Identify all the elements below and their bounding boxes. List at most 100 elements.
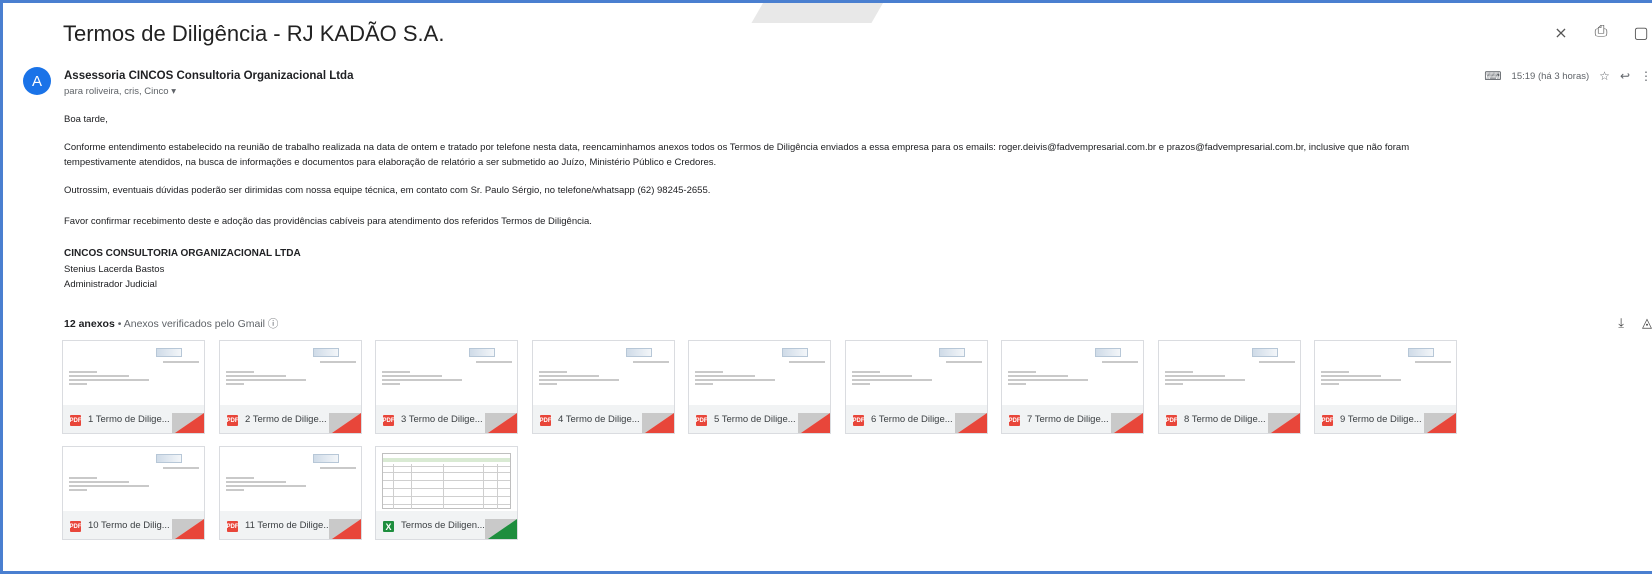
attachment-preview [1002, 341, 1143, 405]
preview-line [946, 361, 982, 363]
attachment-card[interactable]: PDF 10 Termo de Dilig... [62, 446, 205, 540]
preview-line [382, 379, 462, 381]
preview-line [320, 361, 356, 363]
pdf-file-icon: PDF [853, 415, 865, 426]
sheet-row-line [383, 488, 510, 489]
attachment-filename: 7 Termo de Dilige... [1027, 414, 1109, 425]
preview-line [226, 481, 286, 483]
document-logo [1252, 348, 1278, 357]
preview-line [1008, 383, 1026, 385]
signature-company: CINCOS CONSULTORIA ORGANIZACIONAL LTDA [64, 248, 301, 259]
file-type-corner [1424, 413, 1456, 433]
preview-line [226, 379, 306, 381]
preview-line [1321, 375, 1381, 377]
chevron-down-icon[interactable]: ▾ [171, 86, 176, 97]
preview-line [695, 379, 775, 381]
attachment-footer: PDF 3 Termo de Dilige... [376, 405, 517, 433]
attachment-footer: PDF 5 Termo de Dilige... [689, 405, 830, 433]
sender-name[interactable]: Assessoria CINCOS Consultoria Organizaci… [64, 70, 353, 82]
preview-line [852, 375, 912, 377]
preview-line [69, 383, 87, 385]
document-logo [939, 348, 965, 357]
more-icon[interactable]: ⋮ [1640, 69, 1652, 83]
pdf-file-icon: PDF [1009, 415, 1021, 426]
sheet-col-line [393, 464, 394, 509]
attachments-count: 12 anexos [64, 318, 115, 330]
pdf-file-icon: PDF [1322, 415, 1334, 426]
print-icon[interactable]: ⎙ [1590, 23, 1612, 43]
add-to-drive-icon[interactable]: ◬ [1642, 315, 1652, 331]
preview-line [1008, 379, 1088, 381]
pdf-file-icon: PDF [227, 521, 239, 532]
attachment-preview [1159, 341, 1300, 405]
separator: • [117, 318, 122, 330]
attachment-card[interactable]: PDF 6 Termo de Dilige... [845, 340, 988, 434]
attachment-card[interactable]: PDF 9 Termo de Dilige... [1314, 340, 1457, 434]
preview-line [1165, 371, 1193, 373]
attachment-card[interactable]: PDF 1 Termo de Dilige... [62, 340, 205, 434]
star-icon[interactable]: ☆ [1599, 69, 1610, 83]
paragraph-1-line-1: Conforme entendimento estabelecido na re… [64, 142, 1410, 153]
file-type-corner [1268, 413, 1300, 433]
document-logo [313, 454, 339, 463]
attachment-card[interactable]: X Termos de Diligen... [375, 446, 518, 540]
excel-file-icon: X [383, 521, 394, 532]
sheet-row-line [383, 472, 510, 473]
attachment-card[interactable]: PDF 11 Termo de Dilige... [219, 446, 362, 540]
attachment-preview [376, 341, 517, 405]
header-actions: ⨯ ⎙ ▢ [1550, 23, 1652, 43]
info-icon[interactable]: ⓘ [268, 318, 279, 330]
signature-name: Stenius Lacerda Bastos [64, 264, 165, 275]
preview-line [1321, 379, 1401, 381]
decorative-wedge [751, 3, 895, 23]
file-type-corner [172, 519, 204, 539]
spreadsheet-preview [382, 453, 511, 509]
attachment-card[interactable]: PDF 8 Termo de Dilige... [1158, 340, 1301, 434]
file-type-corner [485, 519, 517, 539]
file-type-corner [329, 519, 361, 539]
reply-icon[interactable]: ↩ [1620, 69, 1630, 83]
attachment-footer: PDF 6 Termo de Dilige... [846, 405, 987, 433]
preview-line [69, 379, 149, 381]
pdf-file-icon: PDF [227, 415, 239, 426]
file-type-corner [329, 413, 361, 433]
sheet-row-line [383, 496, 510, 497]
preview-line [1321, 371, 1349, 373]
preview-line [163, 361, 199, 363]
attachment-preview [376, 447, 517, 511]
attachment-card[interactable]: PDF 5 Termo de Dilige... [688, 340, 831, 434]
open-new-window-icon[interactable]: ▢ [1630, 23, 1652, 43]
preview-line [539, 375, 599, 377]
attachment-filename: 6 Termo de Dilige... [871, 414, 953, 425]
document-logo [469, 348, 495, 357]
preview-line [1102, 361, 1138, 363]
pdf-file-icon: PDF [1166, 415, 1178, 426]
sheet-col-line [497, 464, 498, 509]
preview-line [382, 383, 400, 385]
preview-line [226, 371, 254, 373]
sheet-row-line [383, 504, 510, 505]
attachment-card[interactable]: PDF 2 Termo de Dilige... [219, 340, 362, 434]
attachment-footer: PDF 8 Termo de Dilige... [1159, 405, 1300, 433]
preview-line [789, 361, 825, 363]
recipients[interactable]: para roliveira, cris, Cinco ▾ [64, 86, 176, 97]
attachment-footer: PDF 2 Termo de Dilige... [220, 405, 361, 433]
attachment-card[interactable]: PDF 3 Termo de Dilige... [375, 340, 518, 434]
sheet-col-line [443, 464, 444, 509]
preview-line [852, 383, 870, 385]
paragraph-3: Favor confirmar recebimento deste e adoç… [64, 216, 592, 227]
preview-line [163, 467, 199, 469]
file-type-corner [955, 413, 987, 433]
label-icon: ⌨ [1484, 69, 1502, 83]
avatar[interactable]: A [23, 67, 51, 95]
attachment-card[interactable]: PDF 7 Termo de Dilige... [1001, 340, 1144, 434]
preview-line [320, 467, 356, 469]
preview-line [1165, 375, 1225, 377]
download-all-icon[interactable]: ⤓ [1618, 315, 1624, 331]
preview-line [1008, 375, 1068, 377]
attachment-preview [63, 447, 204, 511]
preview-line [539, 379, 619, 381]
file-type-corner [798, 413, 830, 433]
collapse-icon[interactable]: ⨯ [1550, 23, 1572, 43]
attachment-card[interactable]: PDF 4 Termo de Dilige... [532, 340, 675, 434]
